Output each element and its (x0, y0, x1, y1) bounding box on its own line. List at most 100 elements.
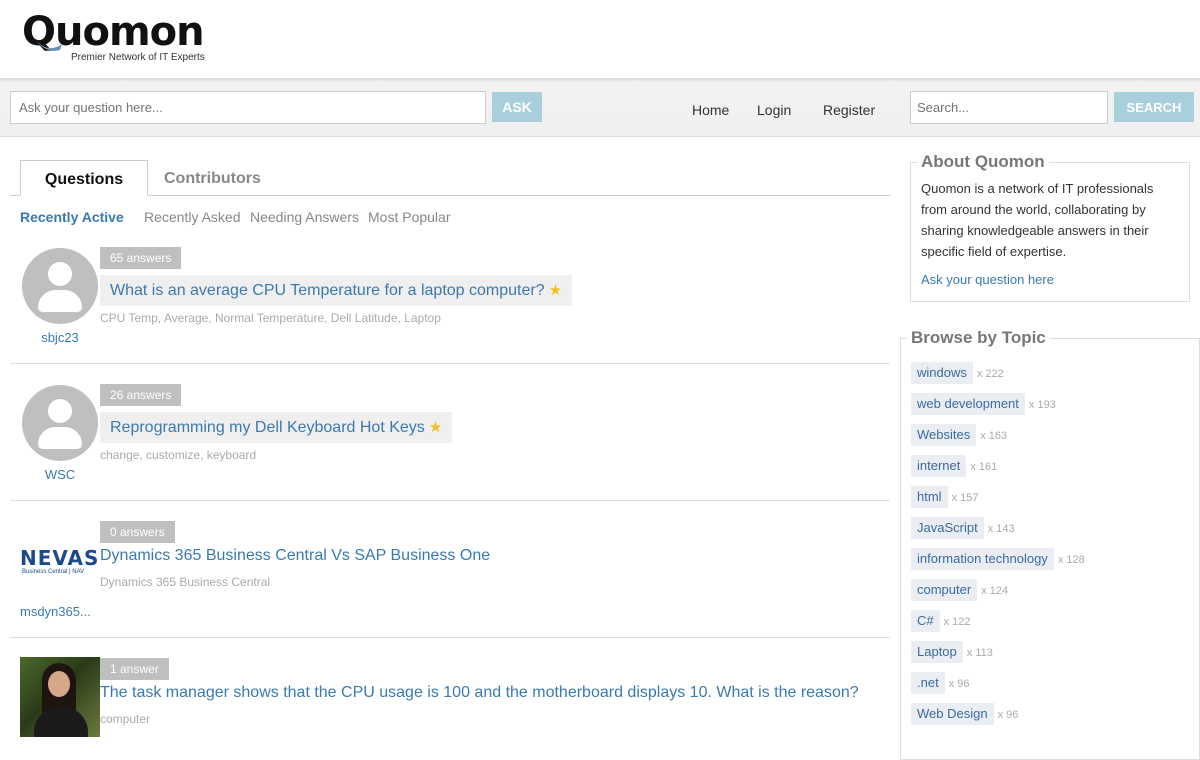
topic-link[interactable]: computer (911, 579, 978, 601)
topic-link[interactable]: JavaScript (911, 517, 984, 539)
avatar-head-icon (48, 399, 72, 423)
question-tags: change, customize, keyboard (100, 448, 257, 462)
topic-item: windows x 222 (911, 362, 1004, 384)
topic-count: x 157 (951, 492, 979, 504)
topic-item: Web Design x 96 (911, 703, 1018, 725)
topic-count: x 124 (981, 585, 1009, 597)
star-icon: ★ (548, 282, 563, 299)
filter-needing-answers[interactable]: Needing Answers (250, 209, 359, 225)
site-header: Quomon Premier Network of IT Experts (0, 0, 1200, 78)
question-username[interactable]: msdyn365... (20, 604, 91, 619)
star-icon: ★ (428, 419, 443, 436)
topic-link[interactable]: Websites (911, 424, 977, 446)
topic-link[interactable]: .net (911, 672, 945, 694)
topic-item: web development x 193 (911, 393, 1056, 415)
quomon-logo[interactable]: Quomon Premier Network of IT Experts (22, 8, 232, 70)
ask-question-input[interactable] (10, 91, 486, 124)
question-username[interactable]: WSC (20, 467, 100, 482)
topic-count: x 128 (1057, 554, 1085, 566)
nav-login-link[interactable]: Login (757, 102, 791, 118)
topic-item: .net x 96 (911, 672, 969, 694)
tag-link[interactable]: Dynamics 365 Business Central (100, 575, 270, 589)
about-description: Quomon is a network of IT professionals … (921, 181, 1154, 259)
question-tags: Dynamics 365 Business Central (100, 575, 270, 589)
topic-count: x 122 (943, 616, 971, 628)
avatar-body-icon (38, 290, 82, 312)
topic-item: information technology x 128 (911, 548, 1085, 570)
nav-home-link[interactable]: Home (692, 102, 729, 118)
ask-question-link[interactable]: Ask your question here (921, 272, 1054, 287)
tag-link[interactable]: Dell Latitude (331, 311, 398, 325)
top-toolbar: ASK Home Login Register SEARCH (0, 78, 1200, 137)
tab-contributors[interactable]: Contributors (164, 170, 261, 188)
question-username[interactable]: sbjc23 (20, 330, 100, 345)
question-divider (10, 637, 890, 638)
topic-count: x 96 (948, 678, 970, 690)
question-title-text: What is an average CPU Temperature for a… (110, 282, 545, 299)
topic-count: x 222 (976, 368, 1004, 380)
question-divider (10, 363, 890, 364)
avatar-body-icon (38, 427, 82, 449)
topic-item: html x 157 (911, 486, 978, 508)
topic-link[interactable]: information technology (911, 548, 1054, 570)
topic-link[interactable]: internet (911, 455, 967, 477)
tag-link[interactable]: customize (146, 448, 200, 462)
answer-count-badge: 0 answers (100, 521, 175, 543)
question-tags: computer (100, 712, 150, 726)
topic-item: computer x 124 (911, 579, 1008, 601)
tag-link[interactable]: Normal Temperature (215, 311, 324, 325)
question-tags: CPU Temp, Average, Normal Temperature, D… (100, 311, 441, 325)
topic-link[interactable]: windows (911, 362, 973, 384)
topic-item: Laptop x 113 (911, 641, 993, 663)
about-title: About Quomon (917, 152, 1049, 172)
tag-link[interactable]: keyboard (207, 448, 256, 462)
topic-item: Websites x 163 (911, 424, 1007, 446)
topic-item: C# x 122 (911, 610, 971, 632)
topic-count: x 113 (966, 647, 993, 659)
topics-title: Browse by Topic (907, 328, 1050, 348)
question-title-link[interactable]: What is an average CPU Temperature for a… (100, 275, 573, 306)
tab-questions[interactable]: Questions (20, 160, 148, 196)
answer-count-badge: 1 answer (100, 658, 169, 680)
tag-link[interactable]: computer (100, 712, 150, 726)
tag-link[interactable]: Laptop (404, 311, 441, 325)
question-title-link[interactable]: The task manager shows that the CPU usag… (100, 684, 859, 702)
nav-register-link[interactable]: Register (823, 102, 875, 118)
topic-item: internet x 161 (911, 455, 997, 477)
topic-count: x 143 (987, 523, 1015, 535)
search-button[interactable]: SEARCH (1114, 92, 1194, 122)
user-photo-avatar[interactable] (20, 657, 100, 737)
filter-recently-asked[interactable]: Recently Asked (144, 209, 241, 225)
topic-link[interactable]: Web Design (911, 703, 994, 725)
company-logo-subtext: Business Central | NAV (22, 569, 85, 575)
question-title-link[interactable]: Dynamics 365 Business Central Vs SAP Bus… (100, 547, 490, 565)
topic-link[interactable]: html (911, 486, 948, 508)
avatar-head-icon (48, 262, 72, 286)
topic-item: JavaScript x 143 (911, 517, 1015, 539)
question-divider (10, 500, 890, 501)
topic-link[interactable]: Laptop (911, 641, 963, 663)
tag-link[interactable]: change (100, 448, 139, 462)
tag-link[interactable]: CPU Temp (100, 311, 158, 325)
user-avatar[interactable] (22, 385, 98, 461)
topic-count: x 96 (997, 709, 1019, 721)
filter-most-popular[interactable]: Most Popular (368, 209, 450, 225)
search-input[interactable] (910, 91, 1108, 124)
user-avatar[interactable] (22, 248, 98, 324)
topic-count: x 193 (1028, 399, 1056, 411)
filter-recently-active[interactable]: Recently Active (20, 209, 124, 225)
ask-button[interactable]: ASK (492, 92, 542, 122)
company-logo-text: NEVAS (20, 546, 100, 570)
tag-link[interactable]: Average (164, 311, 208, 325)
company-logo-avatar[interactable]: NEVAS Business Central | NAV (20, 546, 100, 576)
topic-count: x 161 (970, 461, 998, 473)
topic-link[interactable]: web development (911, 393, 1025, 415)
logo-tagline: Premier Network of IT Experts (71, 52, 205, 63)
topic-link[interactable]: C# (911, 610, 940, 632)
answer-count-badge: 65 answers (100, 247, 182, 269)
logo-swoosh-icon (36, 40, 62, 51)
answer-count-badge: 26 answers (100, 384, 182, 406)
question-title-text: Reprogramming my Dell Keyboard Hot Keys (110, 419, 425, 436)
question-title-link[interactable]: Reprogramming my Dell Keyboard Hot Keys ★ (100, 412, 453, 443)
photo-face (48, 671, 70, 697)
